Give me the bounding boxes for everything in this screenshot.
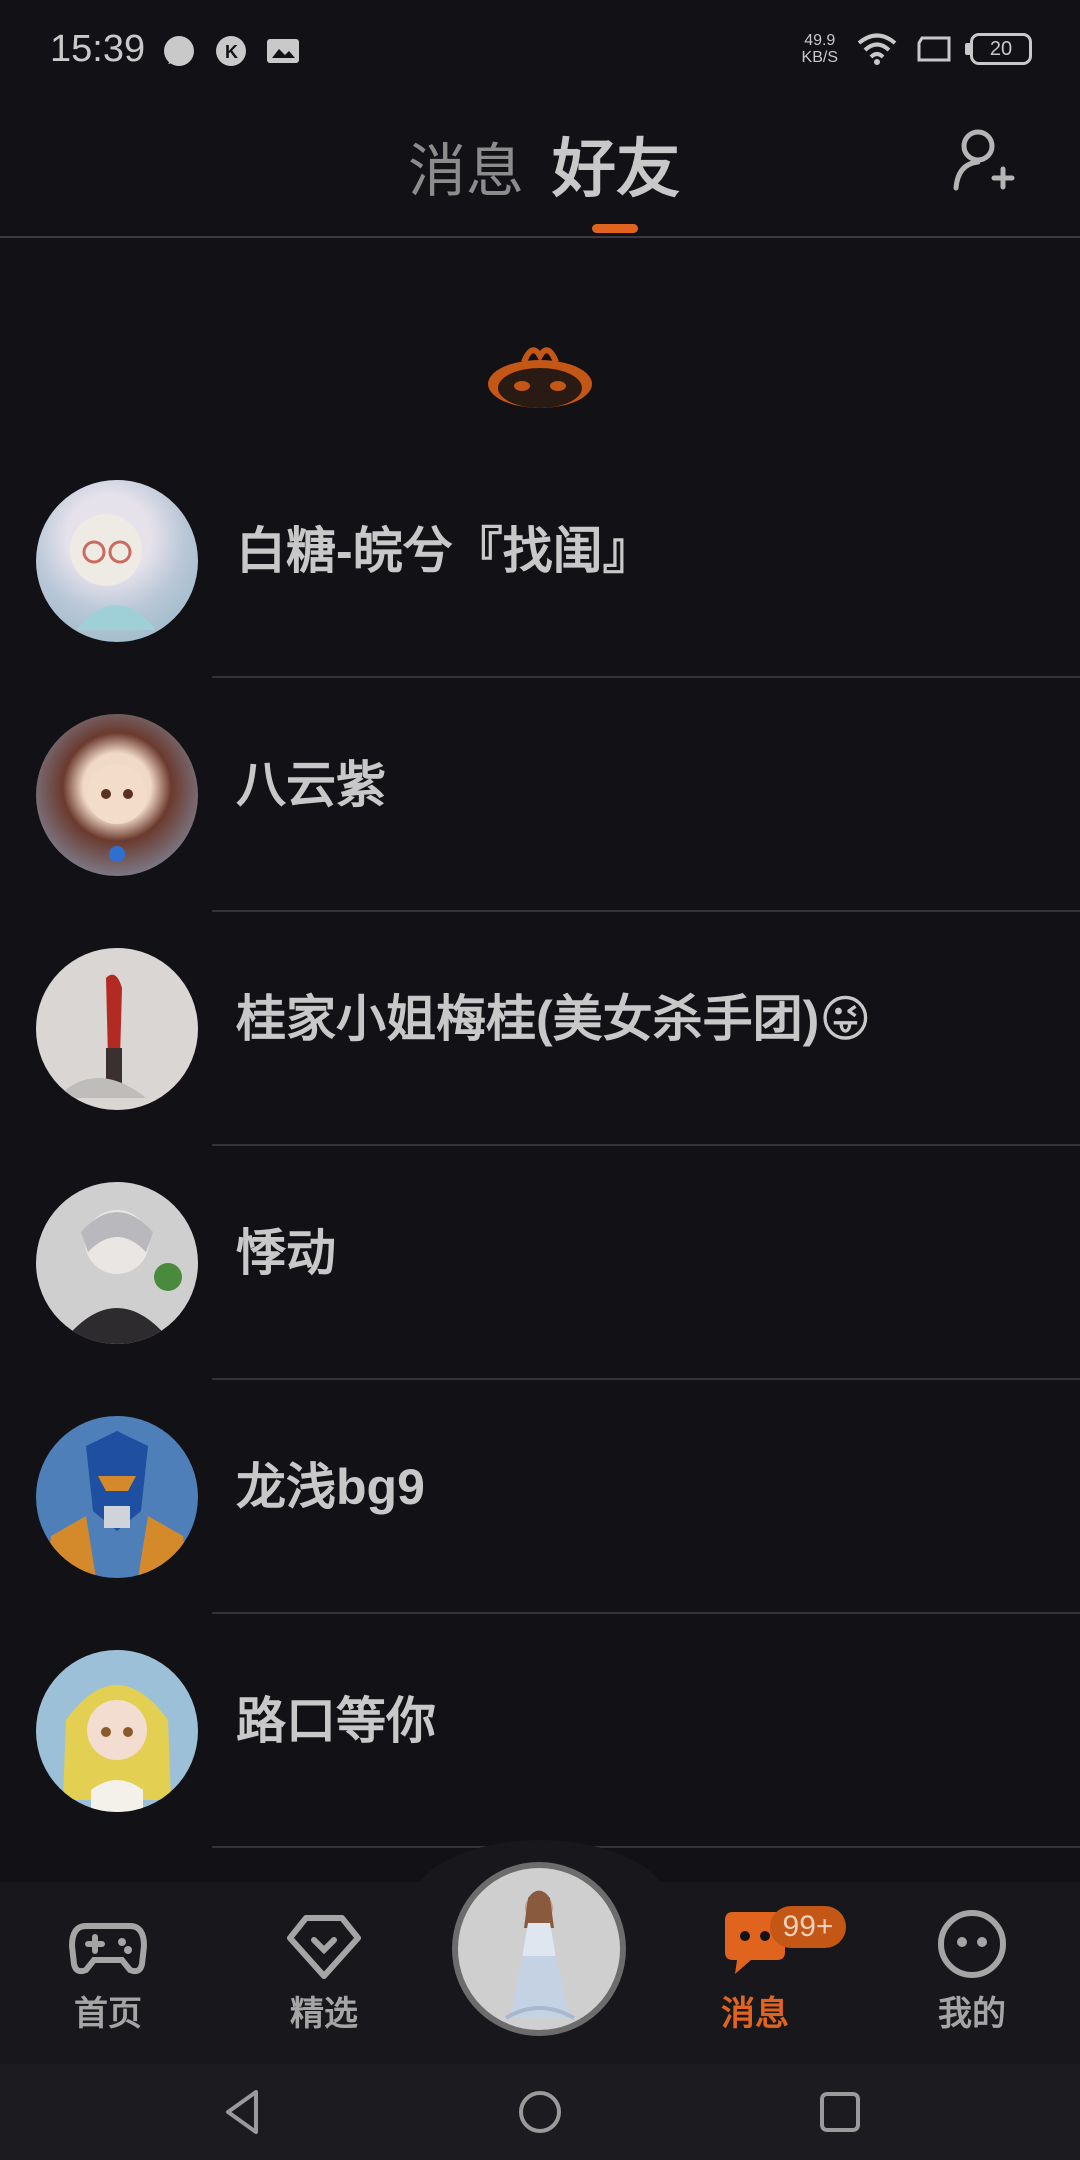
battery-indicator: 20	[965, 33, 1032, 65]
tab-friends[interactable]: 好友	[552, 118, 680, 210]
active-tab-indicator	[592, 224, 638, 233]
row-divider	[212, 910, 1080, 912]
friend-name: 路口等你	[236, 1693, 436, 1749]
heart-diamond-icon	[287, 1915, 361, 1979]
friend-name: 白糖-皖兮『找闺』	[236, 523, 653, 579]
nav-label-featured: 精选	[290, 1995, 358, 2033]
k-app-icon: K	[216, 36, 246, 66]
wifi-icon	[857, 33, 897, 65]
back-icon[interactable]	[216, 2086, 268, 2138]
nav-item-featured[interactable]: 精选	[254, 1906, 394, 2035]
row-divider	[212, 1378, 1080, 1380]
home-icon[interactable]	[514, 2086, 566, 2138]
network-speed: 49.9 KB/S	[802, 32, 838, 66]
tab-messages[interactable]: 消息	[408, 124, 524, 208]
chat-notification-icon	[164, 36, 194, 66]
friend-row[interactable]: 悸动	[0, 1167, 1080, 1401]
nav-item-me[interactable]: 我的	[902, 1906, 1042, 2035]
friend-row[interactable]: 龙浅bg9	[0, 1401, 1080, 1635]
nav-item-home[interactable]: 首页	[38, 1906, 178, 2035]
header: 消息 好友	[0, 108, 1080, 238]
mascot-icon	[488, 347, 592, 408]
network-speed-value: 49.9	[804, 32, 836, 49]
gallery-notification-icon	[267, 39, 299, 63]
row-divider	[212, 1144, 1080, 1146]
smiley-face-icon	[938, 1910, 1006, 1978]
row-divider	[212, 1612, 1080, 1614]
friend-name: 悸动	[236, 1225, 336, 1281]
friend-avatar[interactable]	[36, 948, 198, 1110]
nav-label-home: 首页	[74, 1995, 142, 2033]
friend-list: 白糖-皖兮『找闺』 八云紫 桂家小姐梅桂(美女杀手团)😜 悸动 龙浅bg9 路口…	[0, 465, 1080, 1869]
center-avatar-button[interactable]	[452, 1862, 626, 2036]
friend-avatar[interactable]	[36, 1416, 198, 1578]
notification-icons: K	[162, 34, 300, 68]
add-friend-icon[interactable]	[950, 126, 1016, 198]
friend-row[interactable]: 路口等你	[0, 1635, 1080, 1869]
status-bar: 15:39 K 49.9 KB/S 20	[0, 0, 1080, 108]
app-screen: 15:39 K 49.9 KB/S 20 消息 好友 白糖-皖兮『找闺』 八云紫…	[0, 0, 1080, 2160]
friend-avatar[interactable]	[36, 480, 198, 642]
nav-label-messages: 消息	[721, 1995, 789, 2033]
friend-name: 桂家小姐梅桂(美女杀手团)😜	[236, 991, 872, 1047]
row-divider	[212, 1846, 1080, 1848]
svg-text:K: K	[225, 42, 238, 62]
friend-row[interactable]: 桂家小姐梅桂(美女杀手团)😜	[0, 933, 1080, 1167]
friend-avatar[interactable]	[36, 1182, 198, 1344]
system-nav-bar	[0, 2064, 1080, 2160]
friend-avatar[interactable]	[36, 714, 198, 876]
nav-label-me: 我的	[938, 1995, 1006, 2033]
friend-name: 八云紫	[236, 757, 386, 813]
friend-row[interactable]: 白糖-皖兮『找闺』	[0, 465, 1080, 699]
status-time: 15:39	[50, 28, 146, 70]
screen-cast-icon	[917, 36, 951, 62]
friend-name: 龙浅bg9	[236, 1459, 425, 1515]
network-speed-unit: KB/S	[801, 49, 838, 66]
friend-avatar[interactable]	[36, 1650, 198, 1812]
friend-row[interactable]: 八云紫	[0, 699, 1080, 933]
status-right-group: 49.9 KB/S 20	[802, 32, 1032, 66]
row-divider	[212, 676, 1080, 678]
gamepad-icon	[68, 1923, 148, 1975]
recents-icon[interactable]	[814, 2086, 866, 2138]
unread-badge: 99+	[770, 1906, 846, 1948]
